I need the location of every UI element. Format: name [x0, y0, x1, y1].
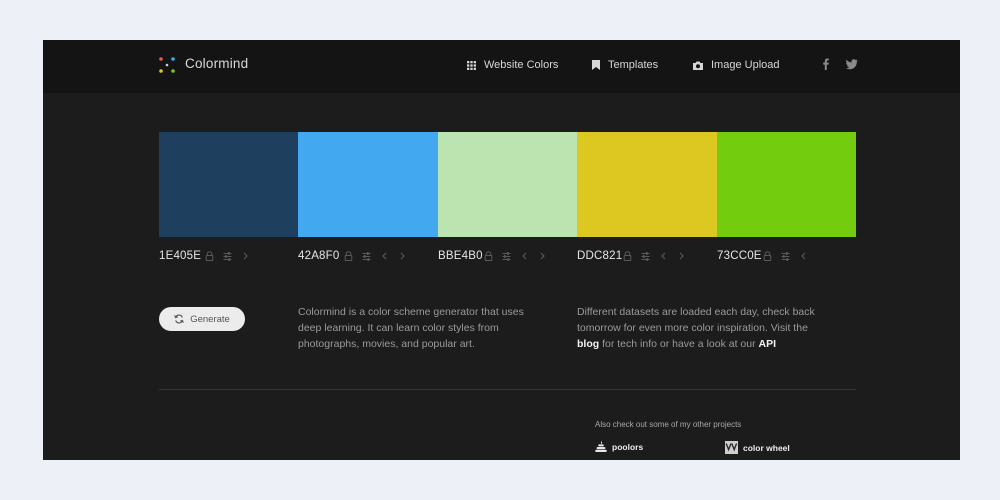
generate-button[interactable]: Generate: [159, 307, 245, 331]
chevron-left-icon[interactable]: [799, 251, 808, 261]
colormind-logo-icon[interactable]: [157, 55, 177, 75]
nav-templates[interactable]: Templates: [592, 57, 658, 73]
project-poolors-label: poolors: [612, 441, 644, 452]
adjust-sliders-icon[interactable]: [362, 251, 371, 261]
api-link[interactable]: API: [759, 338, 777, 350]
lock-icon[interactable]: [623, 251, 632, 261]
swatch-2-hex[interactable]: 42A8F0: [298, 250, 344, 262]
refresh-icon: [174, 314, 185, 324]
lock-icon[interactable]: [205, 251, 214, 261]
twitter-icon[interactable]: [846, 58, 858, 70]
nav-website-colors-label: Website Colors: [484, 59, 559, 71]
adjust-sliders-icon[interactable]: [641, 251, 650, 261]
intro-paragraph: Colormind is a color scheme generator th…: [298, 306, 524, 350]
top-nav-bar: Colormind Website Colors Templates Image…: [43, 40, 960, 93]
nav-image-upload-label: Image Upload: [711, 59, 780, 71]
bookmark-icon: [592, 60, 600, 70]
brand-name[interactable]: Colormind: [185, 56, 248, 71]
nav-image-upload[interactable]: Image Upload: [693, 57, 780, 73]
lock-icon[interactable]: [344, 251, 353, 261]
nav-website-colors[interactable]: Website Colors: [467, 57, 558, 73]
swatch-4-controls: DDC821: [577, 248, 695, 264]
chevron-left-icon[interactable]: [520, 251, 529, 261]
palette-swatch-3[interactable]: [438, 132, 577, 237]
grid-icon: [467, 60, 476, 70]
chevron-right-icon[interactable]: [677, 251, 686, 261]
swatch-2-controls: 42A8F0: [298, 248, 416, 264]
palette-swatch-2[interactable]: [298, 132, 438, 237]
swatch-3-hex[interactable]: BBE4B0: [438, 250, 484, 262]
project-color-wheel-link[interactable]: color wheel: [725, 441, 790, 454]
palette-swatch-1[interactable]: [159, 132, 298, 237]
other-projects-heading: Also check out some of my other projects: [595, 420, 742, 429]
palette-swatch-4[interactable]: [577, 132, 717, 237]
blog-link[interactable]: blog: [577, 338, 599, 350]
camera-icon: [693, 61, 703, 70]
adjust-sliders-icon[interactable]: [223, 251, 232, 261]
section-divider: [159, 389, 856, 390]
poolors-icon: [595, 441, 607, 452]
chevron-right-icon[interactable]: [538, 251, 547, 261]
project-color-wheel-label: color wheel: [743, 442, 790, 453]
chevron-left-icon[interactable]: [380, 251, 389, 261]
palette-swatch-5[interactable]: [717, 132, 856, 237]
swatch-1-controls: 1E405E: [159, 248, 259, 264]
chevron-left-icon[interactable]: [659, 251, 668, 261]
chevron-right-icon[interactable]: [398, 251, 407, 261]
browser-page: Colormind Website Colors Templates Image…: [43, 40, 960, 460]
swatch-1-hex[interactable]: 1E405E: [159, 250, 205, 262]
swatch-4-hex[interactable]: DDC821: [577, 250, 623, 262]
adjust-sliders-icon[interactable]: [502, 251, 511, 261]
datasets-paragraph: Different datasets are loaded each day, …: [577, 304, 827, 352]
nav-templates-label: Templates: [608, 59, 659, 71]
datasets-text-1: Different datasets are loaded each day, …: [577, 306, 815, 334]
lock-icon[interactable]: [763, 251, 772, 261]
generate-button-label: Generate: [190, 313, 230, 325]
datasets-text-2: for tech info or have a look at our: [599, 338, 759, 350]
chevron-right-icon[interactable]: [241, 251, 250, 261]
adjust-sliders-icon[interactable]: [781, 251, 790, 261]
project-poolors-link[interactable]: poolors: [595, 441, 643, 452]
lock-icon[interactable]: [484, 251, 493, 261]
swatch-5-controls: 73CC0E: [717, 248, 817, 264]
facebook-icon[interactable]: [820, 58, 832, 70]
swatch-3-controls: BBE4B0: [438, 248, 556, 264]
color-wheel-icon: [725, 441, 738, 454]
swatch-5-hex[interactable]: 73CC0E: [717, 250, 763, 262]
